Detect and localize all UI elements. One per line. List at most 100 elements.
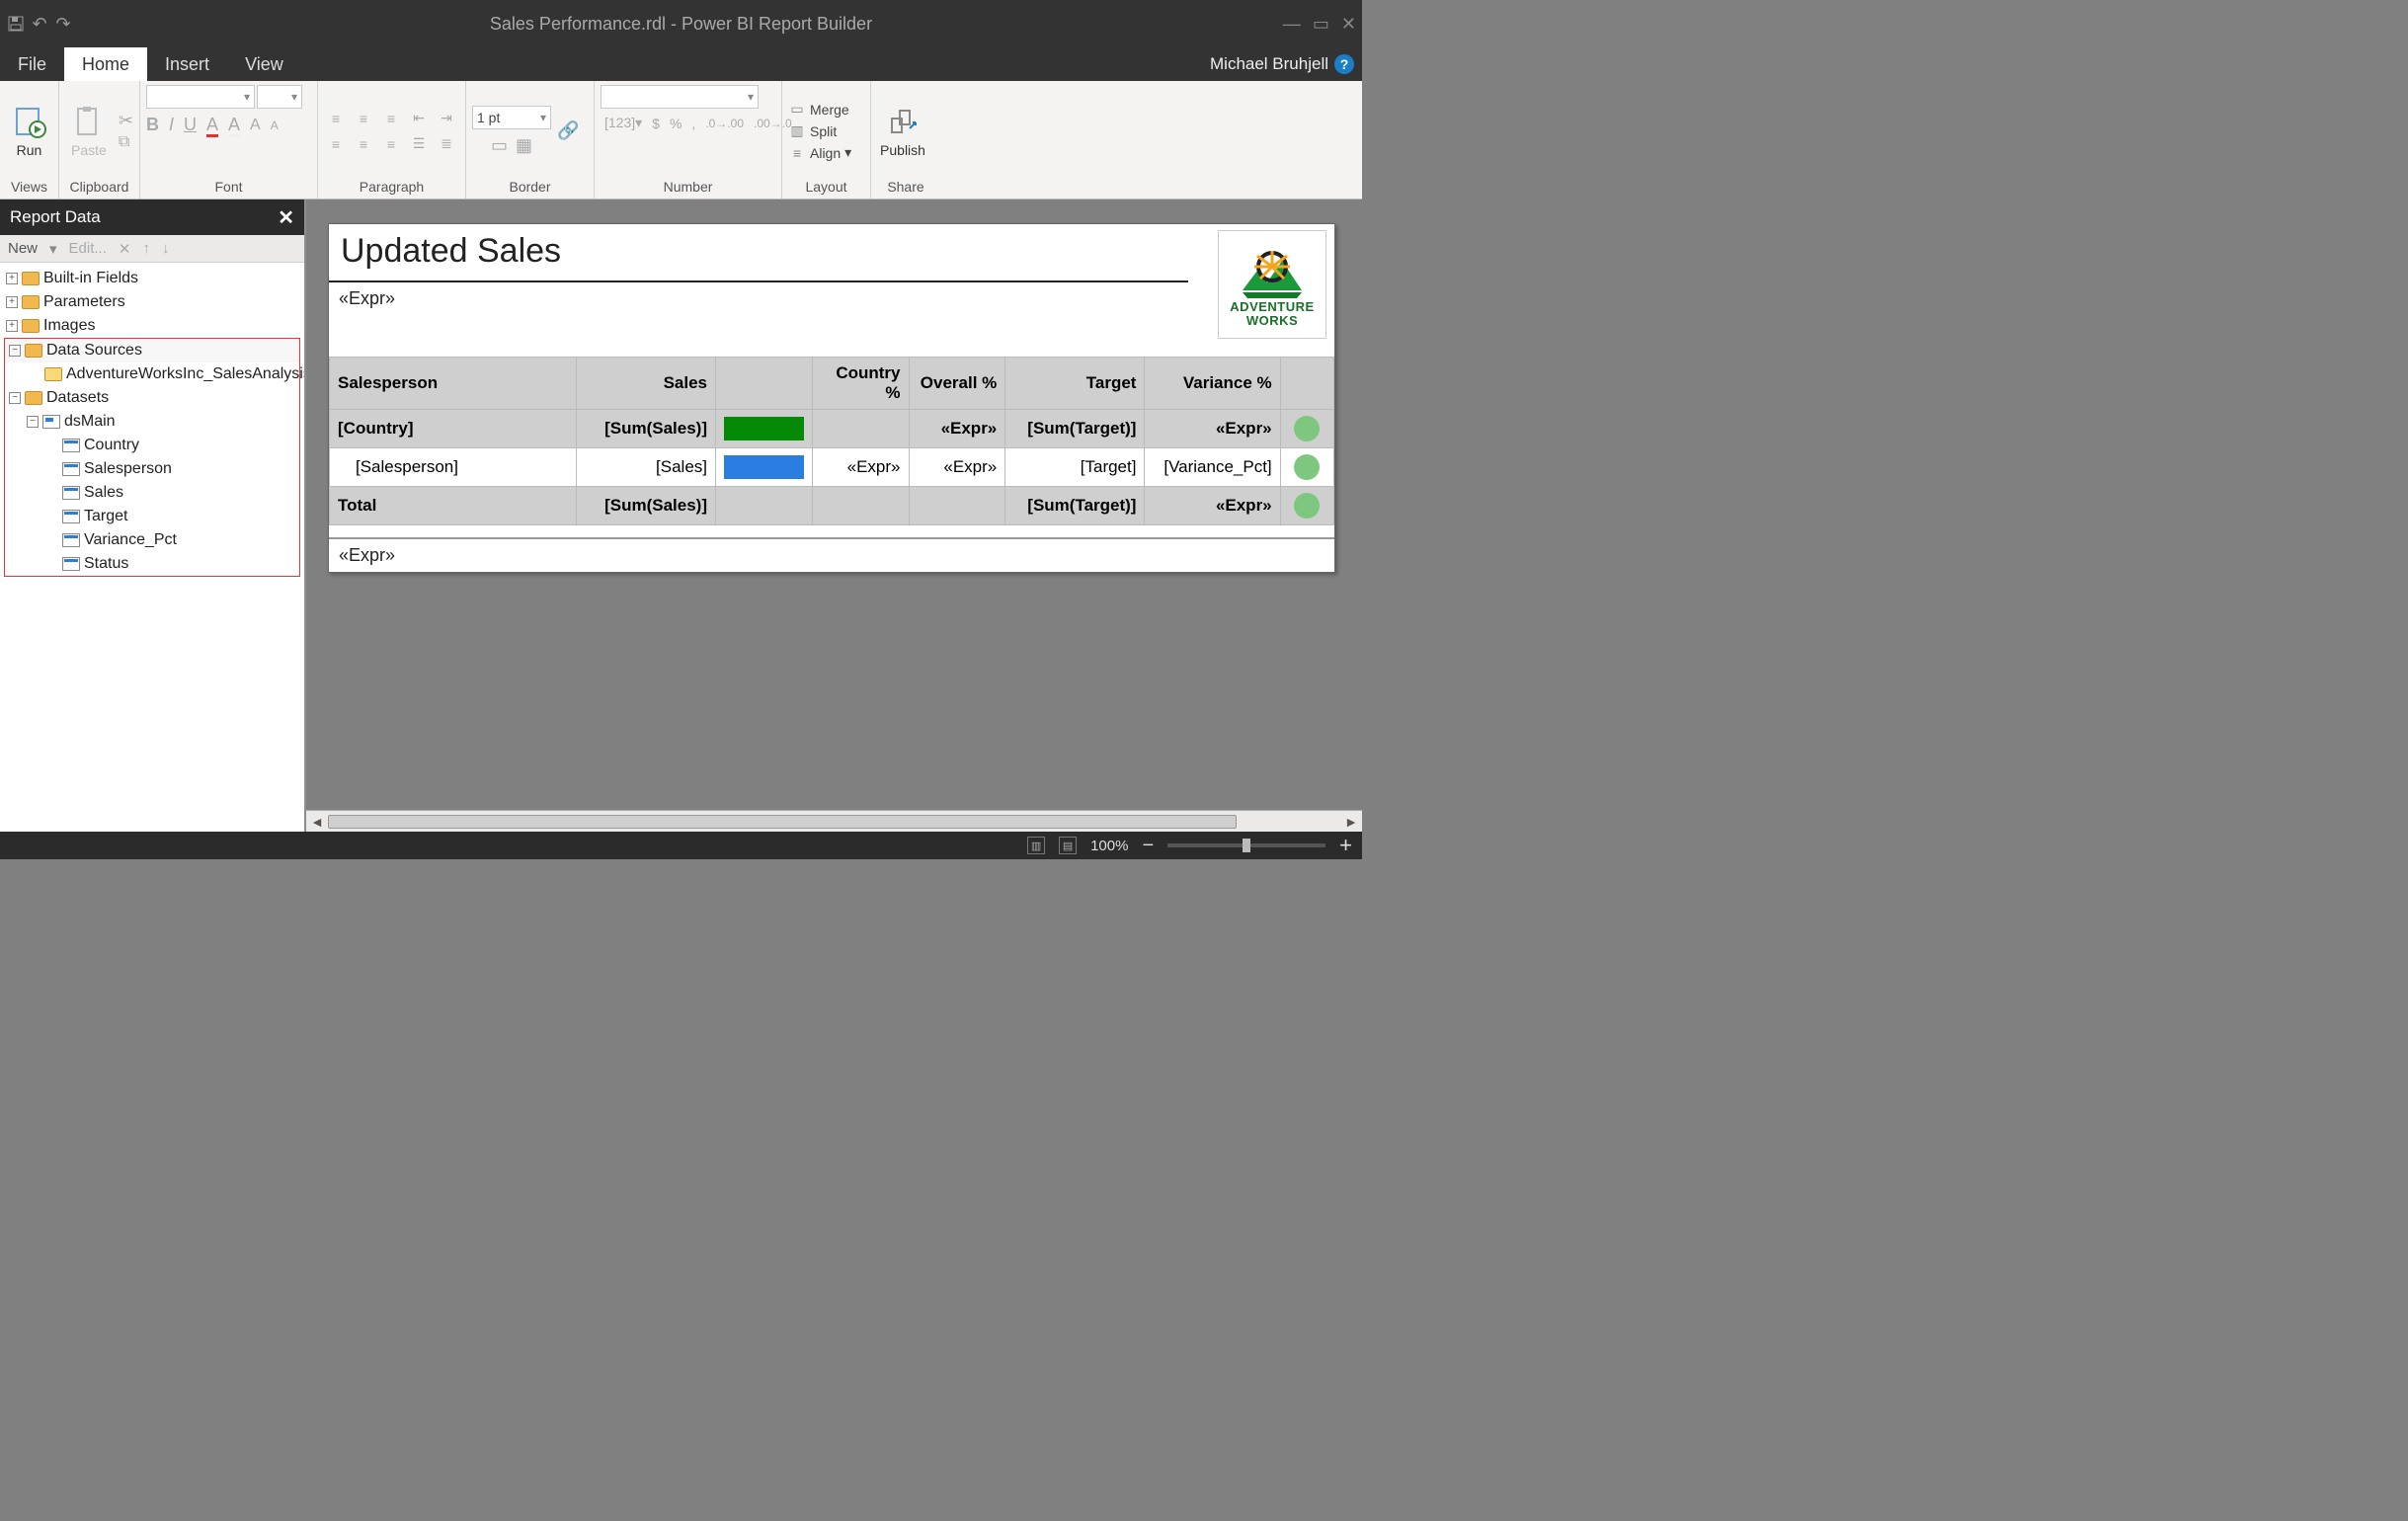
inc-decimal-icon[interactable]: .0→.00	[705, 117, 744, 130]
cell[interactable]: «Expr»	[812, 448, 909, 487]
tab-insert[interactable]: Insert	[147, 47, 227, 81]
valign-bot-icon[interactable]: ≡	[379, 133, 403, 155]
cell[interactable]: [Salesperson]	[330, 448, 577, 487]
design-surface[interactable]: Updated Sales «Expr»	[306, 200, 1362, 832]
italic-icon[interactable]: I	[169, 115, 174, 135]
cell-indicator[interactable]	[1280, 487, 1333, 525]
run-button[interactable]: Run	[6, 89, 52, 174]
tree-field[interactable]: Variance_Pct	[84, 531, 177, 549]
percent-icon[interactable]: %	[670, 116, 682, 131]
cell[interactable]: «Expr»	[909, 410, 1005, 448]
help-icon[interactable]: ?	[1334, 54, 1354, 74]
rd-delete-icon[interactable]: ✕	[119, 240, 131, 258]
tree-field[interactable]: Status	[84, 555, 128, 573]
rd-edit-button[interactable]: Edit...	[69, 240, 107, 257]
redo-icon[interactable]: ↷	[53, 14, 73, 34]
report-title[interactable]: Updated Sales	[329, 224, 1188, 282]
cell[interactable]: [Variance_Pct]	[1145, 448, 1280, 487]
grow-font-icon[interactable]: A	[250, 117, 261, 134]
tab-view[interactable]: View	[227, 47, 301, 81]
tree-field[interactable]: Target	[84, 508, 127, 525]
underline-icon[interactable]: U	[184, 115, 197, 135]
rd-down-icon[interactable]: ↓	[162, 240, 170, 257]
placeholder-icon[interactable]: [123]▾	[604, 115, 642, 131]
font-color-icon[interactable]: A	[206, 115, 218, 135]
align-right-icon[interactable]: ≡	[379, 108, 403, 129]
number-format-combo[interactable]: ▾	[601, 85, 759, 109]
split-button[interactable]: ▥Split	[788, 122, 851, 140]
cell[interactable]: [Sum(Sales)]	[576, 487, 715, 525]
indent-inc-icon[interactable]: ⇥	[435, 108, 458, 129]
maximize-icon[interactable]: ▭	[1313, 14, 1329, 35]
cell[interactable]: [Sum(Sales)]	[576, 410, 715, 448]
minimize-icon[interactable]: —	[1283, 14, 1301, 35]
col-bar[interactable]	[716, 358, 813, 410]
pane-close-icon[interactable]: ✕	[278, 205, 294, 230]
tree-datasets[interactable]: Datasets	[46, 389, 109, 407]
highlight-icon[interactable]: A	[228, 115, 240, 135]
rd-up-icon[interactable]: ↑	[142, 240, 150, 257]
col-variance[interactable]: Variance %	[1145, 358, 1280, 410]
font-family-combo[interactable]: ▾	[146, 85, 255, 109]
cell[interactable]: [Target]	[1005, 448, 1145, 487]
valign-top-icon[interactable]: ≡	[324, 133, 348, 155]
report-body[interactable]: Updated Sales «Expr»	[328, 223, 1335, 573]
tree-parameters[interactable]: Parameters	[43, 293, 125, 311]
bullets-icon[interactable]: ☰	[407, 133, 431, 155]
tree-field[interactable]: Salesperson	[84, 460, 172, 478]
col-indicator[interactable]	[1280, 358, 1333, 410]
save-icon[interactable]	[6, 14, 26, 34]
border-preset-icon[interactable]: ▦	[516, 135, 532, 156]
border-link-icon[interactable]: 🔗	[557, 120, 579, 141]
tree-ds-item[interactable]: AdventureWorksInc_SalesAnalysis	[66, 365, 304, 383]
cell[interactable]: [Sales]	[576, 448, 715, 487]
align-center-icon[interactable]: ≡	[352, 108, 375, 129]
col-salesperson[interactable]: Salesperson	[330, 358, 577, 410]
cell[interactable]: «Expr»	[909, 448, 1005, 487]
align-left-icon[interactable]: ≡	[324, 108, 348, 129]
report-footer-expr[interactable]: «Expr»	[329, 537, 1334, 572]
indent-dec-icon[interactable]: ⇤	[407, 108, 431, 129]
tree-field[interactable]: Country	[84, 437, 139, 454]
cell[interactable]: [Country]	[330, 410, 577, 448]
cell-bar[interactable]	[716, 448, 813, 487]
shrink-font-icon[interactable]: A	[271, 119, 279, 132]
zoom-in-icon[interactable]: +	[1339, 833, 1352, 858]
col-sales[interactable]: Sales	[576, 358, 715, 410]
report-tablix[interactable]: Salesperson Sales Country % Overall % Ta…	[329, 357, 1334, 525]
cell-bar[interactable]	[716, 410, 813, 448]
numbering-icon[interactable]: ≣	[435, 133, 458, 155]
tab-file[interactable]: File	[0, 47, 64, 81]
scroll-right-icon[interactable]: ►	[1340, 814, 1362, 830]
currency-icon[interactable]: $	[652, 116, 660, 131]
col-country-pct[interactable]: Country %	[812, 358, 909, 410]
cell[interactable]: «Expr»	[1145, 410, 1280, 448]
bold-icon[interactable]: B	[146, 115, 159, 135]
horizontal-scrollbar[interactable]: ◄ ►	[306, 810, 1362, 832]
report-data-tree[interactable]: +Built-in Fields +Parameters +Images −Da…	[0, 263, 304, 832]
comma-icon[interactable]: ,	[691, 116, 695, 131]
tab-home[interactable]: Home	[64, 47, 147, 81]
cell-indicator[interactable]	[1280, 410, 1333, 448]
paste-button[interactable]: Paste	[65, 89, 113, 174]
cell[interactable]: Total	[330, 487, 577, 525]
publish-button[interactable]: Publish	[877, 89, 928, 174]
design-view-icon[interactable]: ▥	[1027, 837, 1045, 854]
cut-icon[interactable]: ✂	[119, 111, 133, 131]
border-width-combo[interactable]: 1 pt▾	[472, 106, 551, 129]
cell[interactable]: [Sum(Target)]	[1005, 487, 1145, 525]
col-overall-pct[interactable]: Overall %	[909, 358, 1005, 410]
align-button[interactable]: ≡Align ▾	[788, 144, 851, 162]
zoom-out-icon[interactable]: −	[1142, 835, 1154, 857]
close-icon[interactable]: ✕	[1341, 14, 1356, 35]
valign-mid-icon[interactable]: ≡	[352, 133, 375, 155]
undo-icon[interactable]: ↶	[30, 14, 49, 34]
tree-images[interactable]: Images	[43, 317, 95, 335]
cell[interactable]: [Sum(Target)]	[1005, 410, 1145, 448]
rd-new-button[interactable]: New	[8, 240, 38, 257]
cell[interactable]: «Expr»	[1145, 487, 1280, 525]
font-size-combo[interactable]: ▾	[257, 85, 302, 109]
tree-dataset-dsmain[interactable]: dsMain	[64, 413, 116, 431]
merge-button[interactable]: ▭Merge	[788, 101, 851, 119]
report-header-expr[interactable]: «Expr»	[329, 282, 1218, 315]
